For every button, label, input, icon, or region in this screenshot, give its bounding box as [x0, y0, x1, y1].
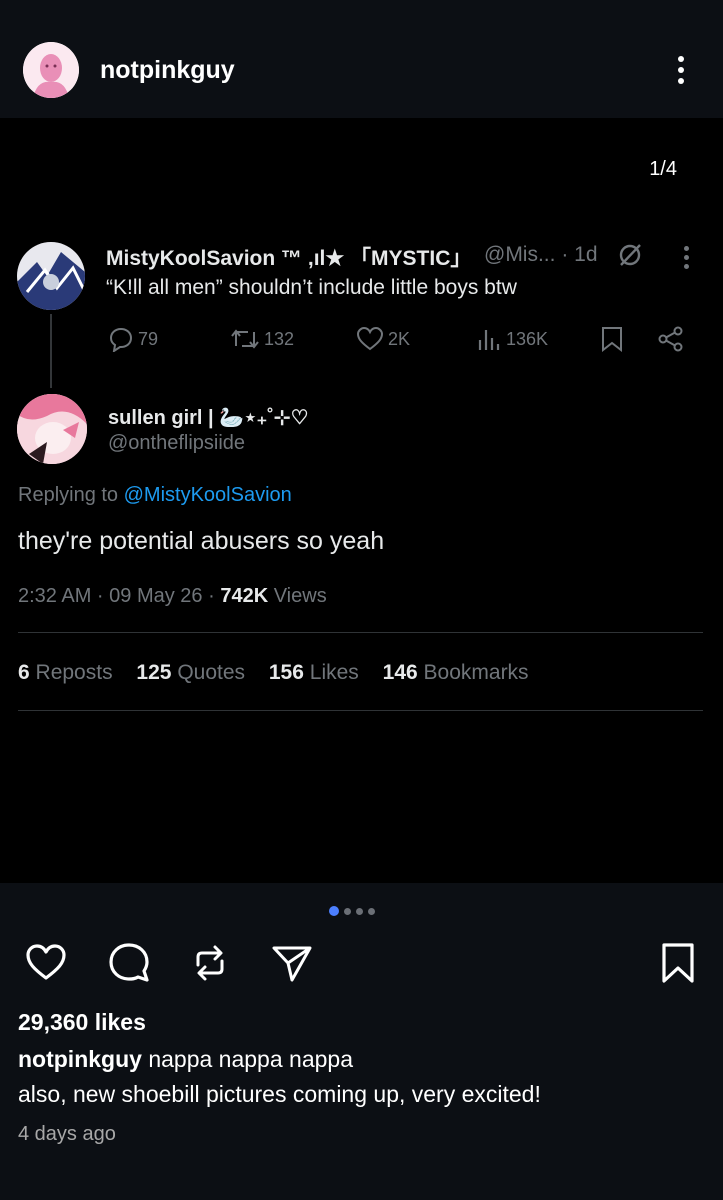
reply-timestamp: 2:32 AM · 09 May 26 ·	[18, 585, 215, 607]
post-username[interactable]: notpinkguy	[100, 56, 235, 85]
post-image[interactable]: 1/4 MistyKoolSavion ™ ,ıl★ 「MYSTIC」 @Mis…	[0, 118, 723, 883]
quotes-count: 125	[136, 661, 172, 684]
caption-username[interactable]: notpinkguy	[18, 1046, 142, 1072]
bookmarks-count: 146	[382, 661, 418, 684]
post-timestamp: 4 days ago	[18, 1123, 116, 1145]
caption-text: nappa nappa nappa	[148, 1046, 353, 1072]
comment-button[interactable]	[106, 941, 152, 990]
replying-mention: @MistyKoolSavion	[123, 484, 292, 506]
pink-figure-icon	[23, 42, 79, 98]
views-chart-icon	[478, 330, 500, 350]
replying-to: Replying to @MistyKoolSavion	[18, 484, 292, 507]
reply-action: 79	[108, 325, 158, 353]
avatar[interactable]	[23, 42, 79, 98]
share-action	[657, 325, 689, 353]
repost-button[interactable]	[188, 941, 232, 990]
tweet-more-icon	[684, 246, 690, 270]
carousel-dot	[356, 907, 363, 915]
post-header: notpinkguy	[0, 0, 723, 118]
reply-icon	[109, 327, 133, 352]
views-count: 136K	[506, 328, 549, 349]
image-counter: 1/4	[649, 158, 677, 180]
thread-line	[50, 314, 52, 388]
likes-count: 156	[268, 661, 304, 684]
repost-count: 132	[264, 328, 295, 349]
share-button[interactable]	[270, 941, 314, 990]
reply-views-count: 742K	[220, 585, 269, 607]
save-button[interactable]	[656, 941, 700, 990]
repost-icon	[231, 329, 259, 349]
carousel-dot-active	[329, 906, 339, 916]
bookmark-icon	[602, 327, 622, 352]
reposts-count: 6	[18, 661, 30, 684]
pink-hair-avatar-icon	[17, 394, 87, 464]
like-count: 2K	[388, 328, 411, 349]
anime-avatar-icon	[17, 242, 85, 310]
views-action: 136K	[476, 325, 548, 353]
reply-count: 79	[138, 328, 159, 349]
reply-stats: 6 Reposts 125 Quotes 156 Likes 146 Bookm…	[18, 661, 529, 685]
carousel-indicator	[329, 905, 380, 917]
carousel-dot	[344, 907, 351, 915]
bookmark-action	[600, 325, 628, 353]
caption: notpinkguy nappa nappa nappa	[18, 1046, 353, 1073]
like-action: 2K	[356, 325, 410, 353]
divider	[18, 710, 703, 711]
repost-icon	[196, 945, 224, 981]
heart-icon	[356, 326, 384, 351]
replying-prefix: Replying to	[18, 484, 119, 506]
reply-meta: 2:32 AM · 09 May 26 · 742K Views	[18, 585, 327, 608]
tweet-author-avatar	[17, 242, 85, 310]
like-button[interactable]	[24, 941, 68, 990]
divider	[18, 632, 703, 633]
tweet-author-name: MistyKoolSavion ™ ,ıl★ 「MYSTIC」	[106, 247, 472, 270]
reply-author-name: sullen girl | 🦢⋆₊˚⊹♡	[108, 407, 309, 429]
reply-views-label: Views	[273, 585, 327, 607]
send-icon	[272, 946, 312, 982]
tweet-author-handle: @Mis... · 1d	[484, 243, 598, 266]
likes-count[interactable]: 29,360 likes	[18, 1009, 146, 1036]
reposts-label: Reposts	[35, 661, 113, 684]
reply-text: they're potential abusers so yeah	[18, 527, 385, 555]
heart-icon	[26, 944, 66, 980]
likes-label: Likes	[309, 661, 359, 684]
grok-icon	[617, 242, 643, 273]
share-icon	[658, 326, 683, 352]
carousel-dot	[368, 907, 375, 915]
quotes-label: Quotes	[177, 661, 246, 684]
bookmark-icon	[662, 943, 694, 983]
caption-line-2: also, new shoebill pictures coming up, v…	[18, 1081, 541, 1107]
bookmarks-label: Bookmarks	[423, 661, 529, 684]
post-footer: 29,360 likes notpinkguy nappa nappa napp…	[0, 883, 723, 1200]
more-options-icon[interactable]	[666, 52, 696, 88]
reply-author-handle: @ontheflipsiide	[108, 432, 246, 454]
comment-icon	[109, 943, 149, 982]
tweet-text: “K!ll all men” shouldn’t include little …	[106, 276, 517, 299]
reply-author-avatar	[17, 394, 87, 464]
repost-action: 132	[230, 325, 294, 353]
